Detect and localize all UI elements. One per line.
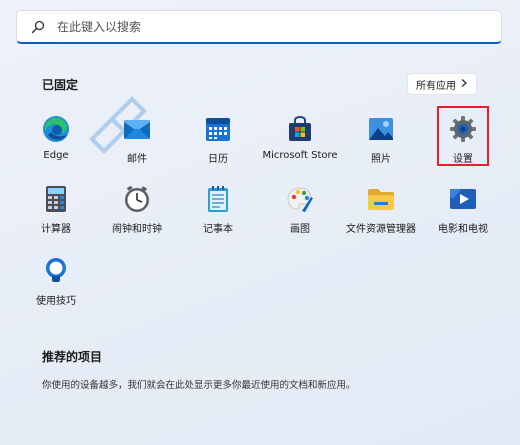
app-label: 电影和电视 (438, 224, 488, 235)
search-icon (31, 20, 45, 34)
app-notepad[interactable]: 记事本 (178, 180, 258, 242)
all-apps-label: 所有应用 (416, 80, 456, 92)
app-label: 照片 (371, 154, 391, 165)
edge-icon (41, 114, 71, 144)
calculator-icon (41, 184, 71, 214)
app-mail[interactable]: 邮件 (97, 110, 177, 172)
pinned-title: 已固定 (42, 78, 79, 92)
app-file-explorer[interactable]: 文件资源管理器 (341, 180, 421, 242)
app-store[interactable]: Microsoft Store (260, 110, 340, 172)
app-settings[interactable]: 设置 (423, 110, 503, 172)
chevron-right-icon (460, 78, 468, 91)
app-label: 记事本 (203, 224, 233, 235)
store-icon (285, 114, 315, 144)
app-label: Edge (43, 150, 69, 161)
folder-icon (366, 184, 396, 214)
search-input[interactable] (55, 18, 501, 35)
app-label: 日历 (208, 154, 228, 165)
app-label: 邮件 (127, 154, 147, 165)
app-photos[interactable]: 照片 (341, 110, 421, 172)
paint-icon (285, 184, 315, 214)
gear-icon (448, 114, 478, 144)
recommended-description: 你使用的设备越多，我们就会在此处显示更多你最近使用的文档和新应用。 (42, 380, 356, 391)
app-label: 设置 (453, 154, 473, 165)
mail-icon (122, 114, 152, 144)
app-movies-tv[interactable]: 电影和电视 (423, 180, 503, 242)
recommended-title: 推荐的项目 (42, 350, 103, 364)
app-paint[interactable]: 画图 (260, 180, 340, 242)
app-calculator[interactable]: 计算器 (16, 180, 96, 242)
app-label: 文件资源管理器 (346, 224, 416, 235)
app-tips[interactable]: 使用技巧 (16, 252, 96, 314)
all-apps-button[interactable]: 所有应用 (407, 73, 477, 95)
app-label: 画图 (290, 224, 310, 235)
search-box[interactable] (16, 10, 502, 44)
photos-icon (366, 114, 396, 144)
app-edge[interactable]: Edge (16, 110, 96, 172)
calendar-icon (203, 114, 233, 144)
app-clock[interactable]: 闹钟和时钟 (97, 180, 177, 242)
notepad-icon (203, 184, 233, 214)
app-label: 计算器 (41, 224, 71, 235)
app-label: Microsoft Store (262, 150, 338, 161)
clock-icon (122, 184, 152, 214)
movies-icon (448, 184, 478, 214)
app-label: 闹钟和时钟 (112, 224, 162, 235)
app-calendar[interactable]: 日历 (178, 110, 258, 172)
tips-icon (41, 256, 71, 286)
app-label: 使用技巧 (36, 296, 76, 307)
